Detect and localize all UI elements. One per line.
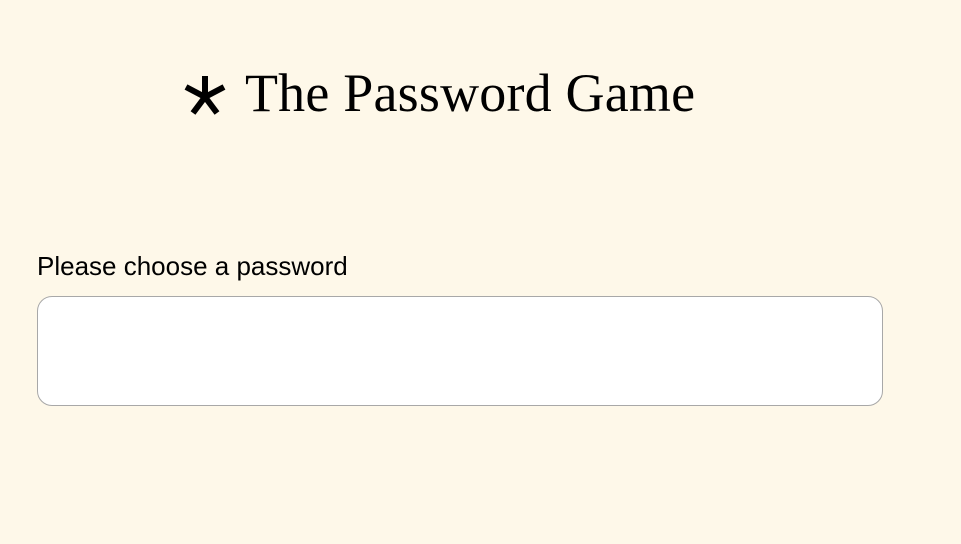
password-input[interactable] xyxy=(37,296,883,406)
page-title: The Password Game xyxy=(245,63,696,123)
asterisk-icon xyxy=(183,73,227,117)
password-label: Please choose a password xyxy=(37,251,348,281)
page-header: The Password Game xyxy=(183,58,695,128)
